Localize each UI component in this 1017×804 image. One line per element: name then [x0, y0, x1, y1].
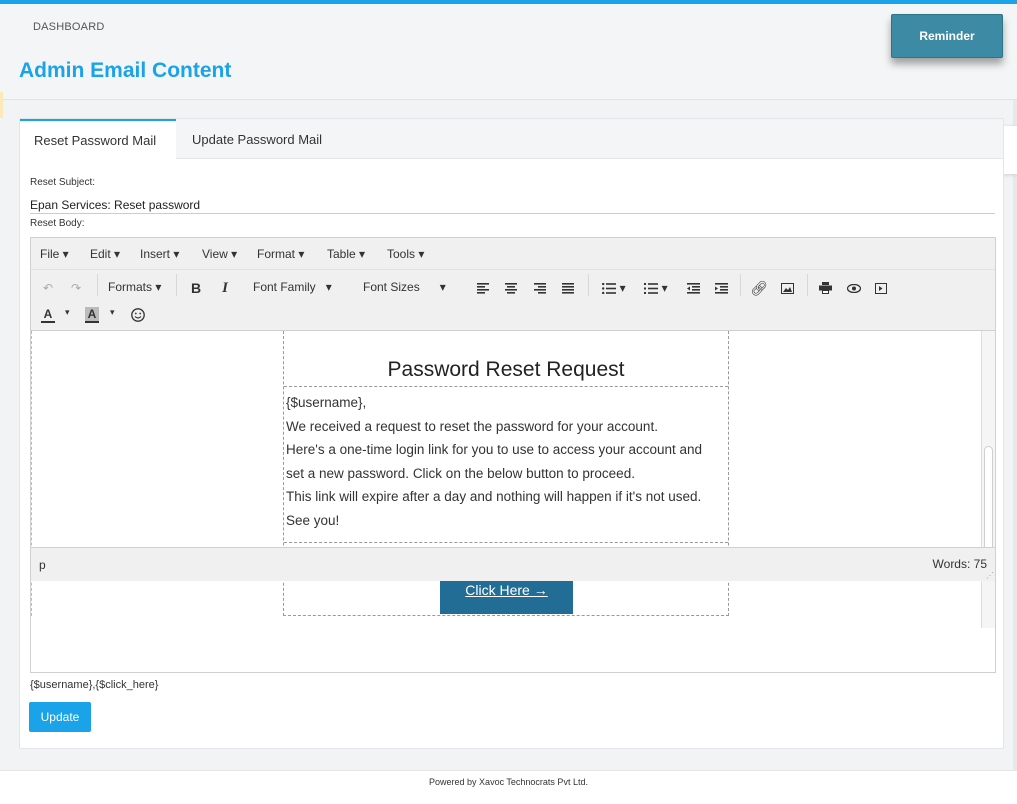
toolbar-separator	[176, 274, 177, 296]
numbered-list-icon[interactable]: ▾	[639, 278, 673, 298]
resize-handle-icon[interactable]: ⋰	[986, 572, 994, 580]
preview-icon[interactable]	[844, 278, 864, 298]
toolbar-separator	[807, 274, 808, 296]
background-color-icon[interactable]: A	[85, 307, 99, 323]
tab-reset-password-mail[interactable]: Reset Password Mail	[20, 119, 176, 160]
breadcrumb[interactable]: DASHBOARD	[33, 21, 104, 33]
email-title: Password Reset Request	[284, 331, 728, 387]
font-sizes-dropdown[interactable]: Font Sizes ▾	[363, 280, 446, 294]
toolbar-separator	[740, 274, 741, 296]
editor-toolbar: ↶ ↷ Formats ▾ B I Font Family ▾ Font Siz…	[31, 270, 995, 331]
text-color-dropdown[interactable]: ▾	[65, 307, 70, 318]
page-header: DASHBOARD Admin Email Content	[0, 4, 1017, 100]
rich-text-editor: File ▾ Edit ▾ Insert ▾ View ▾ Format ▾ T…	[30, 237, 996, 673]
element-path[interactable]: p	[39, 558, 46, 572]
undo-icon[interactable]: ↶	[38, 278, 58, 298]
page-title: Admin Email Content	[19, 59, 232, 82]
menu-table[interactable]: Table ▾	[327, 247, 365, 261]
media-icon[interactable]	[871, 278, 891, 298]
bold-icon[interactable]: B	[186, 278, 206, 298]
reminder-button[interactable]: Reminder	[891, 14, 1003, 58]
editor-statusbar: p Words: 75 ⋰	[31, 547, 995, 581]
formats-dropdown[interactable]: Formats ▾	[108, 280, 161, 294]
email-line: We received a request to reset the passw…	[286, 418, 658, 434]
menu-insert[interactable]: Insert ▾	[140, 247, 179, 261]
menu-edit[interactable]: Edit ▾	[90, 247, 120, 261]
email-line: This link will expire after a day and no…	[286, 489, 702, 504]
email-body: {$username}, We received a request to re…	[284, 391, 728, 543]
reset-body-label: Reset Body:	[30, 218, 85, 229]
print-icon[interactable]	[815, 278, 835, 298]
update-button[interactable]: Update	[29, 702, 91, 732]
tab-update-password-mail[interactable]: Update Password Mail	[192, 119, 322, 160]
page-footer: Powered by Xavoc Technocrats Pvt Ltd.	[0, 770, 1017, 804]
link-icon[interactable]: 🔗︎	[749, 278, 769, 298]
outdent-icon[interactable]	[683, 278, 703, 298]
toolbar-separator	[588, 274, 589, 296]
editor-vertical-scrollbar[interactable]	[981, 331, 995, 628]
font-family-dropdown[interactable]: Font Family ▾	[253, 280, 332, 294]
tab-bar: Reset Password Mail Update Password Mail	[20, 119, 1003, 160]
italic-icon[interactable]: I	[215, 278, 235, 298]
side-rail	[1013, 100, 1017, 770]
bullet-list-icon[interactable]: ▾	[597, 278, 631, 298]
toolbar-separator	[97, 274, 98, 296]
editor-menubar: File ▾ Edit ▾ Insert ▾ View ▾ Format ▾ T…	[31, 238, 995, 270]
menu-view[interactable]: View ▾	[202, 247, 237, 261]
text-color-icon[interactable]: A	[41, 307, 55, 323]
email-content-card: Reset Password Mail Update Password Mail…	[19, 118, 1004, 749]
placeholder-hint: {$username},{$click_here}	[30, 679, 159, 691]
emoticon-icon[interactable]	[129, 306, 147, 324]
editor-content-area[interactable]: Password Reset Request {$username}, We r…	[31, 331, 995, 628]
indent-icon[interactable]	[711, 278, 731, 298]
align-left-icon[interactable]	[473, 278, 493, 298]
align-right-icon[interactable]	[530, 278, 550, 298]
align-center-icon[interactable]	[501, 278, 521, 298]
email-line: set a new password. Click on the below b…	[286, 465, 635, 481]
image-icon[interactable]	[777, 278, 797, 298]
scrollbar-thumb[interactable]	[984, 446, 993, 551]
align-justify-icon[interactable]	[558, 278, 578, 298]
reset-subject-label: Reset Subject:	[30, 177, 96, 188]
email-greeting: {$username},	[286, 395, 367, 410]
reset-subject-input[interactable]: Epan Services: Reset password	[30, 198, 995, 214]
menu-format[interactable]: Format ▾	[257, 247, 304, 261]
menu-tools[interactable]: Tools ▾	[387, 247, 424, 261]
left-edge-marker	[0, 92, 3, 118]
email-signoff: See you!	[286, 512, 340, 528]
word-count: Words: 75	[932, 557, 987, 571]
redo-icon[interactable]: ↷	[66, 278, 86, 298]
email-line: Here's a one-time login link for you to …	[286, 442, 703, 457]
menu-file[interactable]: File ▾	[40, 247, 69, 261]
footer-credit: Powered by Xavoc Technocrats Pvt Ltd.	[429, 777, 588, 787]
background-color-dropdown[interactable]: ▾	[110, 307, 115, 318]
